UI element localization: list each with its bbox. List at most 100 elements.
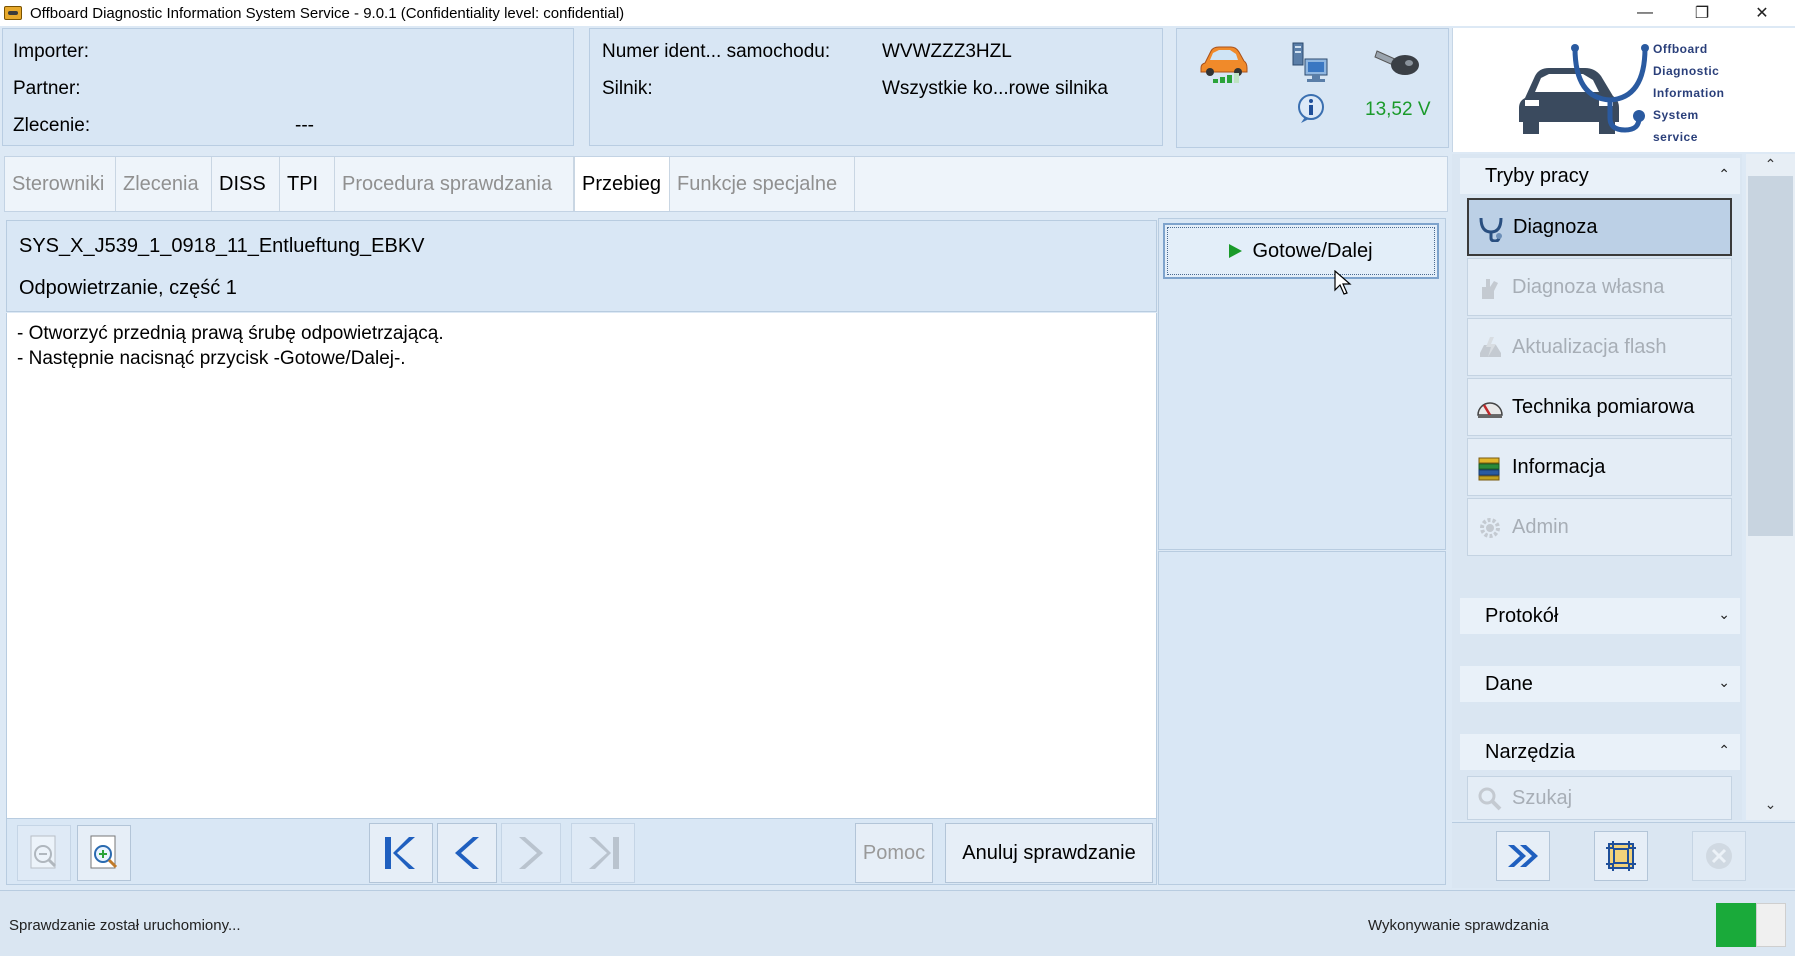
engine-label: Silnik:	[602, 78, 653, 99]
screenshot-icon	[1606, 841, 1636, 871]
play-icon	[1229, 244, 1243, 258]
done-next-button[interactable]: Gotowe/Dalej	[1163, 223, 1439, 279]
skip-to-start-icon	[385, 837, 415, 869]
car-stethoscope-logo-icon	[1519, 44, 1649, 134]
engine-value: Wszystkie ko...rowe silnika	[882, 78, 1108, 99]
protocol-section-header[interactable]: Protokół ⌄	[1460, 598, 1740, 634]
instruction-line: - Następnie nacisnąć przycisk -Gotowe/Da…	[17, 348, 406, 369]
modes-section-header[interactable]: Tryby pracy ⌃	[1460, 158, 1740, 194]
navigation-toolbar: Pomoc Anuluj sprawdzanie	[6, 818, 1157, 885]
logo-line-diagnostic: Diagnostic	[1653, 64, 1720, 78]
tools-section-header[interactable]: Narzędzia ⌃	[1460, 734, 1740, 770]
mode-admin-button[interactable]: Admin	[1467, 498, 1732, 556]
tab-diss[interactable]: DISS	[212, 157, 280, 211]
status-bar: Sprawdzanie został uruchomiony... Wykony…	[0, 890, 1795, 956]
chevron-left-icon	[455, 837, 479, 869]
restore-button[interactable]: ❐	[1677, 0, 1727, 26]
close-button[interactable]: ✕	[1737, 0, 1787, 26]
cancel-test-button[interactable]: Anuluj sprawdzanie	[945, 823, 1153, 883]
screenshot-button[interactable]	[1594, 831, 1648, 881]
data-section-title: Dane	[1485, 672, 1533, 695]
mode-diagnosis-button[interactable]: Diagnoza	[1467, 198, 1732, 256]
search-label: Szukaj	[1512, 786, 1573, 809]
zoom-in-icon	[90, 835, 118, 869]
vehicle-info-panel: Numer ident... samochodu: WVWZZZ3HZL Sil…	[589, 28, 1163, 146]
action-pane-lower	[1158, 551, 1446, 885]
search-tool-button[interactable]: Szukaj	[1467, 776, 1732, 820]
status-indicator-off	[1756, 903, 1786, 947]
mouse-cursor-icon	[1334, 270, 1352, 295]
next-step-button[interactable]	[501, 823, 561, 883]
test-header: SYS_X_J539_1_0918_11_Entlueftung_EBKV Od…	[6, 220, 1157, 312]
help-button[interactable]: Pomoc	[855, 823, 933, 883]
sidebar: Tryby pracy ⌃ Diagnoza Diagnoza własna A…	[1452, 154, 1742, 820]
sidebar-scrollbar[interactable]: ⌃ ⌄	[1746, 154, 1795, 820]
partner-label: Partner:	[13, 78, 81, 99]
connection-status-panel: 13,52 V	[1176, 28, 1449, 148]
order-value: ---	[295, 115, 314, 136]
scroll-down-icon[interactable]: ⌄	[1746, 796, 1795, 816]
tab-orders[interactable]: Zlecenia	[116, 157, 212, 211]
status-activity: Wykonywanie sprawdzania	[1368, 917, 1549, 934]
battery-voltage: 13,52 V	[1365, 99, 1431, 120]
expand-chevron-icon: ⌄	[1718, 606, 1730, 622]
order-info-panel: Importer: Partner: Zlecenie: ---	[2, 28, 574, 146]
stethoscope-icon	[1479, 217, 1503, 242]
status-indicator-icon	[1716, 903, 1756, 947]
first-step-button[interactable]	[369, 823, 433, 883]
zoom-out-icon	[30, 835, 57, 869]
vin-label: Numer ident... samochodu:	[602, 41, 831, 62]
vehicle-connection-icon[interactable]	[1199, 41, 1249, 85]
tab-test-procedure[interactable]: Procedura sprawdzania	[335, 157, 574, 211]
logo-line-system: System	[1653, 108, 1699, 122]
collapse-chevron-icon: ⌃	[1718, 166, 1730, 182]
window-title: Offboard Diagnostic Information System S…	[30, 4, 625, 22]
books-icon	[1478, 457, 1500, 481]
tab-progress[interactable]: Przebieg	[574, 157, 670, 211]
info-icon[interactable]	[1297, 93, 1327, 125]
zoom-in-button[interactable]	[77, 825, 131, 881]
exit-button[interactable]	[1692, 831, 1746, 881]
gear-icon	[1480, 518, 1500, 538]
mode-label: Aktualizacja flash	[1512, 335, 1667, 358]
collapse-chevron-icon: ⌃	[1718, 742, 1730, 758]
zoom-out-button[interactable]	[17, 825, 71, 881]
hand-icon	[1482, 279, 1498, 299]
search-icon	[1478, 787, 1502, 811]
mode-label: Diagnoza	[1513, 215, 1598, 238]
app-icon	[4, 6, 22, 20]
tab-controllers[interactable]: Sterowniki	[5, 157, 116, 211]
main-tabs: Sterowniki Zlecenia DISS TPI Procedura s…	[4, 156, 1448, 212]
mode-label: Admin	[1512, 515, 1569, 538]
minimize-button[interactable]: —	[1620, 0, 1670, 26]
mode-label: Informacja	[1512, 455, 1606, 478]
forward-button[interactable]	[1496, 831, 1550, 881]
order-label: Zlecenie:	[13, 115, 91, 136]
gauge-icon	[1477, 402, 1503, 418]
mode-label: Technika pomiarowa	[1512, 395, 1695, 418]
modes-section-title: Tryby pracy	[1485, 164, 1589, 187]
tab-special-functions[interactable]: Funkcje specjalne	[670, 157, 855, 211]
instruction-line: - Otworzyć przednią prawą śrubę odpowiet…	[17, 323, 444, 344]
logo-line-offboard: Offboard	[1653, 42, 1708, 56]
tools-section-title: Narzędzia	[1485, 740, 1576, 763]
double-chevron-right-icon	[1508, 845, 1538, 867]
tab-tpi[interactable]: TPI	[280, 157, 335, 211]
mode-measurement-button[interactable]: Technika pomiarowa	[1467, 378, 1732, 436]
logo-line-information: Information	[1653, 86, 1725, 100]
mode-information-button[interactable]: Informacja	[1467, 438, 1732, 496]
data-section-header[interactable]: Dane ⌄	[1460, 666, 1740, 702]
chevron-right-icon	[519, 837, 543, 869]
expand-chevron-icon: ⌄	[1718, 674, 1730, 690]
mode-label: Diagnoza własna	[1512, 275, 1665, 298]
mode-self-diagnosis-button[interactable]: Diagnoza własna	[1467, 258, 1732, 316]
scroll-thumb[interactable]	[1748, 176, 1793, 536]
title-bar: Offboard Diagnostic Information System S…	[0, 0, 1795, 26]
scroll-up-icon[interactable]: ⌃	[1746, 156, 1795, 176]
last-step-button[interactable]	[571, 823, 635, 883]
network-computer-icon[interactable]	[1287, 41, 1333, 87]
mode-flash-update-button[interactable]: Aktualizacja flash	[1467, 318, 1732, 376]
previous-step-button[interactable]	[437, 823, 497, 883]
ignition-key-icon[interactable]	[1373, 43, 1423, 79]
flash-car-icon	[1480, 337, 1501, 357]
